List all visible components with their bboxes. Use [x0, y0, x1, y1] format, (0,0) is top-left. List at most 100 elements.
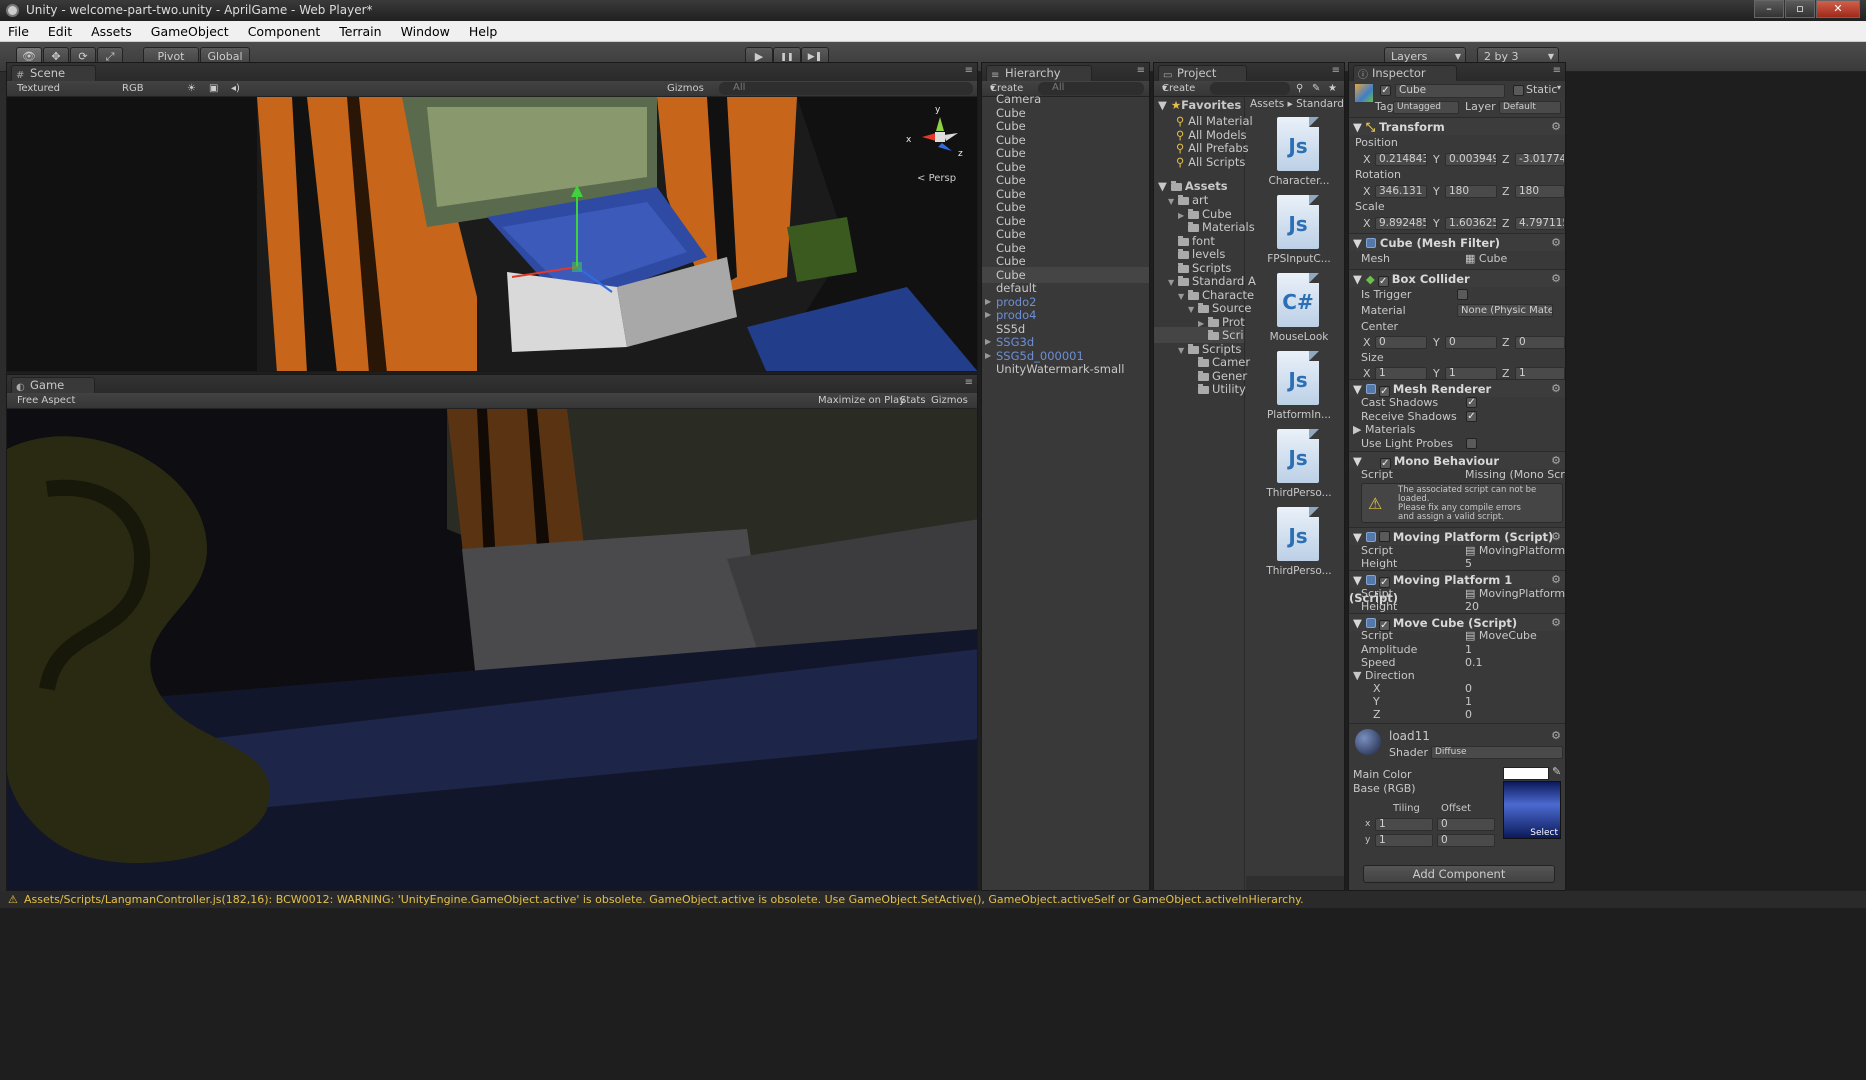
panel-menu-icon[interactable]: ≡ — [1553, 65, 1561, 76]
scale-z-field[interactable]: 4.797115 — [1515, 217, 1565, 230]
favorite-item[interactable]: ⚲ All Scripts — [1154, 154, 1245, 170]
asset-file-label[interactable]: FPSInputC... — [1254, 253, 1344, 265]
scene-gizmos-dropdown[interactable]: Gizmos — [667, 81, 704, 96]
minimize-button[interactable]: – — [1754, 0, 1784, 18]
gear-icon[interactable]: ⚙ — [1551, 118, 1561, 136]
project-create-dropdown[interactable]: Create ▾ — [1162, 81, 1195, 96]
panel-menu-icon[interactable]: ≡ — [1137, 65, 1145, 76]
tab-hierarchy[interactable]: ≡ Hierarchy — [986, 65, 1092, 81]
script-file-icon[interactable]: Js — [1277, 117, 1319, 171]
shader-dropdown[interactable]: Diffuse — [1431, 746, 1563, 759]
asset-file-label[interactable]: ThirdPerso... — [1254, 487, 1344, 499]
game-gizmos-dropdown[interactable]: Gizmos — [931, 393, 968, 408]
menu-edit[interactable]: Edit — [48, 24, 72, 39]
static-checkbox[interactable] — [1513, 85, 1524, 96]
move-cube-script-field[interactable]: ▤ MoveCube — [1465, 628, 1565, 643]
main-color-swatch[interactable] — [1503, 767, 1549, 780]
materials-foldout[interactable]: ▶ Materials — [1353, 422, 1565, 437]
audio-toggle-icon[interactable]: ◂) — [231, 81, 240, 96]
gear-icon[interactable]: ⚙ — [1551, 270, 1561, 288]
position-z-field[interactable]: -3.017749 — [1515, 153, 1565, 166]
light-probes-checkbox[interactable] — [1466, 438, 1477, 449]
moving-platform-1-height-field[interactable]: 20 — [1465, 599, 1565, 614]
menu-component[interactable]: Component — [248, 24, 321, 39]
aspect-dropdown[interactable]: Free Aspect — [17, 393, 75, 408]
position-x-field[interactable]: 0.214843 — [1375, 153, 1427, 166]
asset-file-label[interactable]: MouseLook — [1254, 331, 1344, 343]
scene-viewport[interactable]: y x z < Persp — [7, 97, 977, 371]
mono-script-field[interactable]: Missing (Mono Scr — [1465, 467, 1565, 482]
add-component-button[interactable]: Add Component — [1363, 865, 1555, 883]
asset-folder-item[interactable]: Utility — [1154, 381, 1246, 397]
tab-inspector[interactable]: ⓘ Inspector — [1353, 65, 1457, 81]
tab-game[interactable]: ◐ Game — [11, 377, 96, 393]
close-button[interactable]: ✕ — [1816, 0, 1860, 18]
panel-menu-icon[interactable]: ≡ — [965, 377, 973, 388]
project-search-input[interactable] — [1210, 82, 1290, 95]
image-toggle-icon[interactable]: ▣ — [209, 81, 218, 96]
transform-header[interactable]: ▼ ⤡ Transform ⚙ — [1349, 117, 1565, 135]
scene-orientation-gizmo[interactable]: y x z — [900, 105, 970, 167]
maximize-button[interactable]: ▫ — [1785, 0, 1815, 18]
breadcrumb-standard[interactable]: Standard — [1296, 98, 1344, 110]
maximize-on-play-toggle[interactable]: Maximize on Play — [818, 393, 905, 408]
chevron-down-icon[interactable]: ▾ — [1557, 83, 1561, 92]
menu-assets[interactable]: Assets — [91, 24, 132, 39]
mesh-field[interactable]: ▦ Cube — [1465, 251, 1565, 266]
script-file-icon[interactable]: Js — [1277, 429, 1319, 483]
cast-shadows-checkbox[interactable]: ✓ — [1466, 397, 1477, 408]
center-x-field[interactable]: 0 — [1375, 336, 1427, 349]
menu-gameobject[interactable]: GameObject — [151, 24, 229, 39]
rotation-x-field[interactable]: 346.131 — [1375, 185, 1427, 198]
script-file-icon[interactable]: Js — [1277, 507, 1319, 561]
filter-label-icon[interactable]: ✎ — [1312, 81, 1320, 96]
rotation-z-field[interactable]: 180 — [1515, 185, 1565, 198]
layer-dropdown[interactable]: Default — [1499, 101, 1561, 114]
center-z-field[interactable]: 0 — [1515, 336, 1565, 349]
scale-y-field[interactable]: 1.603625 — [1445, 217, 1497, 230]
game-viewport[interactable] — [7, 409, 977, 890]
filter-type-icon[interactable]: ⚲ — [1296, 81, 1303, 96]
gear-icon[interactable]: ⚙ — [1551, 729, 1561, 742]
color-mode-dropdown[interactable]: RGB — [122, 81, 144, 96]
lighting-toggle-icon[interactable]: ☀ — [187, 81, 196, 96]
menu-window[interactable]: Window — [401, 24, 450, 39]
texture-select-button[interactable]: Select — [1530, 828, 1558, 838]
tab-project[interactable]: ▭ Project — [1158, 65, 1248, 81]
project-breadcrumb[interactable]: Assets ▸ Standard — [1250, 98, 1344, 110]
direction-z-field[interactable]: 0 — [1465, 707, 1565, 722]
menu-terrain[interactable]: Terrain — [339, 24, 381, 39]
texture-thumbnail[interactable]: Select — [1503, 781, 1561, 839]
favorites-header[interactable]: ▼ ★Favorites — [1154, 97, 1244, 113]
object-name-field[interactable]: Cube — [1395, 84, 1505, 98]
tab-scene[interactable]: # Scene — [11, 65, 97, 81]
box-collider-header[interactable]: ▼ ◆ ✓ Box Collider ⚙ — [1349, 269, 1565, 287]
asset-file-label[interactable]: PlatformIn... — [1254, 409, 1344, 421]
offset-x-field[interactable]: 0 — [1437, 818, 1495, 831]
breadcrumb-assets[interactable]: Assets — [1250, 98, 1284, 110]
is-trigger-checkbox[interactable] — [1457, 289, 1468, 300]
scale-x-field[interactable]: 9.892485 — [1375, 217, 1427, 230]
favorite-star-icon[interactable]: ★ — [1328, 81, 1337, 96]
box-collider-enabled-checkbox[interactable]: ✓ — [1377, 276, 1389, 287]
hierarchy-item[interactable]: UnityWatermark-small — [982, 361, 1149, 377]
tiling-x-field[interactable]: 1 — [1375, 818, 1433, 831]
menu-file[interactable]: File — [8, 24, 29, 39]
render-mode-dropdown[interactable]: Textured — [17, 81, 60, 96]
gear-icon[interactable]: ⚙ — [1551, 234, 1561, 252]
panel-menu-icon[interactable]: ≡ — [1332, 65, 1340, 76]
moving-platform-height-field[interactable]: 5 — [1465, 556, 1565, 571]
console-status-bar[interactable]: ⚠ Assets/Scripts/LangmanController.js(18… — [0, 891, 1866, 908]
asset-file-label[interactable]: Character... — [1254, 175, 1344, 187]
center-y-field[interactable]: 0 — [1445, 336, 1497, 349]
offset-y-field[interactable]: 0 — [1437, 834, 1495, 847]
stats-toggle[interactable]: Stats — [900, 393, 926, 408]
script-file-icon[interactable]: C# — [1277, 273, 1319, 327]
tag-dropdown[interactable]: Untagged — [1393, 101, 1459, 114]
scene-search-input[interactable]: All — [719, 82, 973, 95]
menu-help[interactable]: Help — [469, 24, 498, 39]
panel-menu-icon[interactable]: ≡ — [965, 65, 973, 76]
moving-platform-enabled-checkbox[interactable] — [1378, 531, 1390, 542]
script-file-icon[interactable]: Js — [1277, 195, 1319, 249]
active-checkbox[interactable]: ✓ — [1380, 85, 1391, 96]
